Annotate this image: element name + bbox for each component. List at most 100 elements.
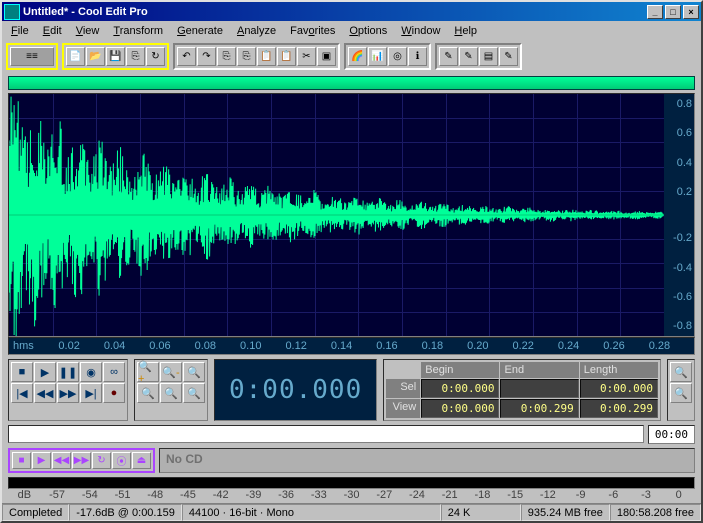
play-button[interactable]: ▶ (34, 362, 56, 382)
db-tick: -45 (172, 489, 205, 503)
label-sel: Sel (386, 379, 420, 398)
cd-next-button[interactable]: ▶▶ (72, 452, 91, 469)
amp-tick: 0.2 (666, 186, 692, 198)
db-tick: -15 (499, 489, 532, 503)
cd-play-button[interactable]: ▶ (32, 452, 51, 469)
time-display[interactable]: 0:00.000 (214, 359, 377, 421)
menu-options[interactable]: Options (342, 23, 394, 39)
menu-edit[interactable]: Edit (36, 23, 69, 39)
stop-button[interactable]: ■ (11, 362, 33, 382)
freq-button[interactable]: 📊 (368, 47, 387, 66)
vzoom-out-button[interactable]: 🔍 (670, 383, 692, 403)
info-button[interactable]: ℹ (408, 47, 427, 66)
script2-button[interactable]: ✎ (459, 47, 478, 66)
status-size: 24 K (441, 504, 521, 521)
view-end-value[interactable]: 0:00.299 (500, 399, 578, 418)
time-tick: 0.28 (649, 338, 694, 354)
cd-prev-button[interactable]: ◀◀ (52, 452, 71, 469)
goto-end-button[interactable]: ▶| (80, 383, 102, 403)
zoom-in-button[interactable]: 🔍+ (137, 362, 159, 382)
status-format: 44100 · 16-bit · Mono (182, 504, 441, 521)
menu-generate[interactable]: Generate (170, 23, 230, 39)
menu-view[interactable]: View (69, 23, 107, 39)
cd-eject-button[interactable]: ⏏ (132, 452, 151, 469)
db-tick: -24 (401, 489, 434, 503)
sel-end-value[interactable] (500, 379, 578, 398)
zoom-out-button[interactable]: 🔍- (160, 362, 182, 382)
goto-start-button[interactable]: |◀ (11, 383, 33, 403)
script1-button[interactable]: ✎ (439, 47, 458, 66)
label-view: View (386, 399, 420, 418)
script4-button[interactable]: ✎ (499, 47, 518, 66)
minimize-button[interactable]: _ (647, 5, 663, 19)
statusbar: Completed -17.6dB @ 0:00.159 44100 · 16-… (2, 503, 701, 521)
db-ruler: dB-57-54-51-48-45-42-39-36-33-30-27-24-2… (8, 489, 695, 503)
spectral-button[interactable]: 🌈 (348, 47, 367, 66)
overview-bar[interactable] (8, 76, 695, 90)
menu-analyze[interactable]: Analyze (230, 23, 283, 39)
view-begin-value[interactable]: 0:00.000 (421, 399, 499, 418)
save-button[interactable]: 💾 (106, 47, 125, 66)
pause-button[interactable]: ❚❚ (57, 362, 79, 382)
phase-button[interactable]: ◎ (388, 47, 407, 66)
mode-toggle-button[interactable]: ≡≡ (10, 47, 54, 66)
copy-button[interactable]: ⎘ (217, 47, 236, 66)
convert-button[interactable]: ↻ (146, 47, 165, 66)
loop-button[interactable]: ∞ (103, 362, 125, 382)
amplitude-ruler: 0.80.60.40.2-0.2-0.4-0.6-0.8 (664, 94, 694, 336)
time-ruler[interactable]: hms0.020.040.060.080.100.120.140.160.180… (8, 337, 695, 355)
rewind-button[interactable]: ◀◀ (34, 383, 56, 403)
copy2-button[interactable]: ⎘ (237, 47, 256, 66)
titlebar: Untitled* - Cool Edit Pro _ □ × (2, 2, 701, 21)
menu-transform[interactable]: Transform (106, 23, 170, 39)
forward-button[interactable]: ▶▶ (57, 383, 79, 403)
close-button[interactable]: × (683, 5, 699, 19)
cd-refresh-button[interactable]: ↻ (92, 452, 111, 469)
open-button[interactable]: 📂 (86, 47, 105, 66)
db-tick: -21 (433, 489, 466, 503)
db-tick: -9 (564, 489, 597, 503)
script3-button[interactable]: ▤ (479, 47, 498, 66)
db-tick: 0 (662, 489, 695, 503)
level-meter[interactable] (8, 477, 695, 489)
waveform-display[interactable]: 0.80.60.40.2-0.2-0.4-0.6-0.8 (8, 93, 695, 337)
play-looped-button[interactable]: ◉ (80, 362, 102, 382)
amp-tick: 0.6 (666, 127, 692, 139)
amp-tick: -0.4 (666, 262, 692, 274)
new-button[interactable]: 📄 (66, 47, 85, 66)
undo-button[interactable]: ↶ (177, 47, 196, 66)
zoom-in-left-button[interactable]: 🔍 (160, 383, 182, 403)
cd-controls: ■ ▶ ◀◀ ▶▶ ↻ ⦿ ⏏ (8, 448, 155, 473)
status-time-free: 180:58.208 free (610, 504, 701, 521)
cd-record-button[interactable]: ⦿ (112, 452, 131, 469)
cd-stop-button[interactable]: ■ (12, 452, 31, 469)
vertical-zoom-controls: 🔍 🔍 (667, 359, 695, 421)
cut-button[interactable]: ✂ (297, 47, 316, 66)
maximize-button[interactable]: □ (665, 5, 681, 19)
trim-button[interactable]: ▣ (317, 47, 336, 66)
menu-help[interactable]: Help (447, 23, 484, 39)
sel-length-value[interactable]: 0:00.000 (580, 379, 658, 398)
zoom-full-button[interactable]: 🔍 (183, 362, 205, 382)
mixpaste-button[interactable]: 📋 (277, 47, 296, 66)
record-button[interactable]: ● (103, 383, 125, 403)
redo-button[interactable]: ↷ (197, 47, 216, 66)
batch-button[interactable]: ⎘ (126, 47, 145, 66)
zoom-in-right-button[interactable]: 🔍 (183, 383, 205, 403)
time-tick: 0.24 (558, 338, 603, 354)
menu-file[interactable]: File (4, 23, 36, 39)
db-tick: -3 (630, 489, 663, 503)
db-tick: -51 (106, 489, 139, 503)
zoom-sel-button[interactable]: 🔍 (137, 383, 159, 403)
db-tick: -12 (532, 489, 565, 503)
menu-window[interactable]: Window (394, 23, 447, 39)
time-tick: 0.16 (376, 338, 421, 354)
db-tick: -27 (368, 489, 401, 503)
paste-button[interactable]: 📋 (257, 47, 276, 66)
time-tick: 0.12 (285, 338, 330, 354)
sel-begin-value[interactable]: 0:00.000 (421, 379, 499, 398)
vzoom-in-button[interactable]: 🔍 (670, 362, 692, 382)
menu-favorites[interactable]: Favorites (283, 23, 342, 39)
view-length-value[interactable]: 0:00.299 (580, 399, 658, 418)
amp-tick: -0.8 (666, 320, 692, 332)
